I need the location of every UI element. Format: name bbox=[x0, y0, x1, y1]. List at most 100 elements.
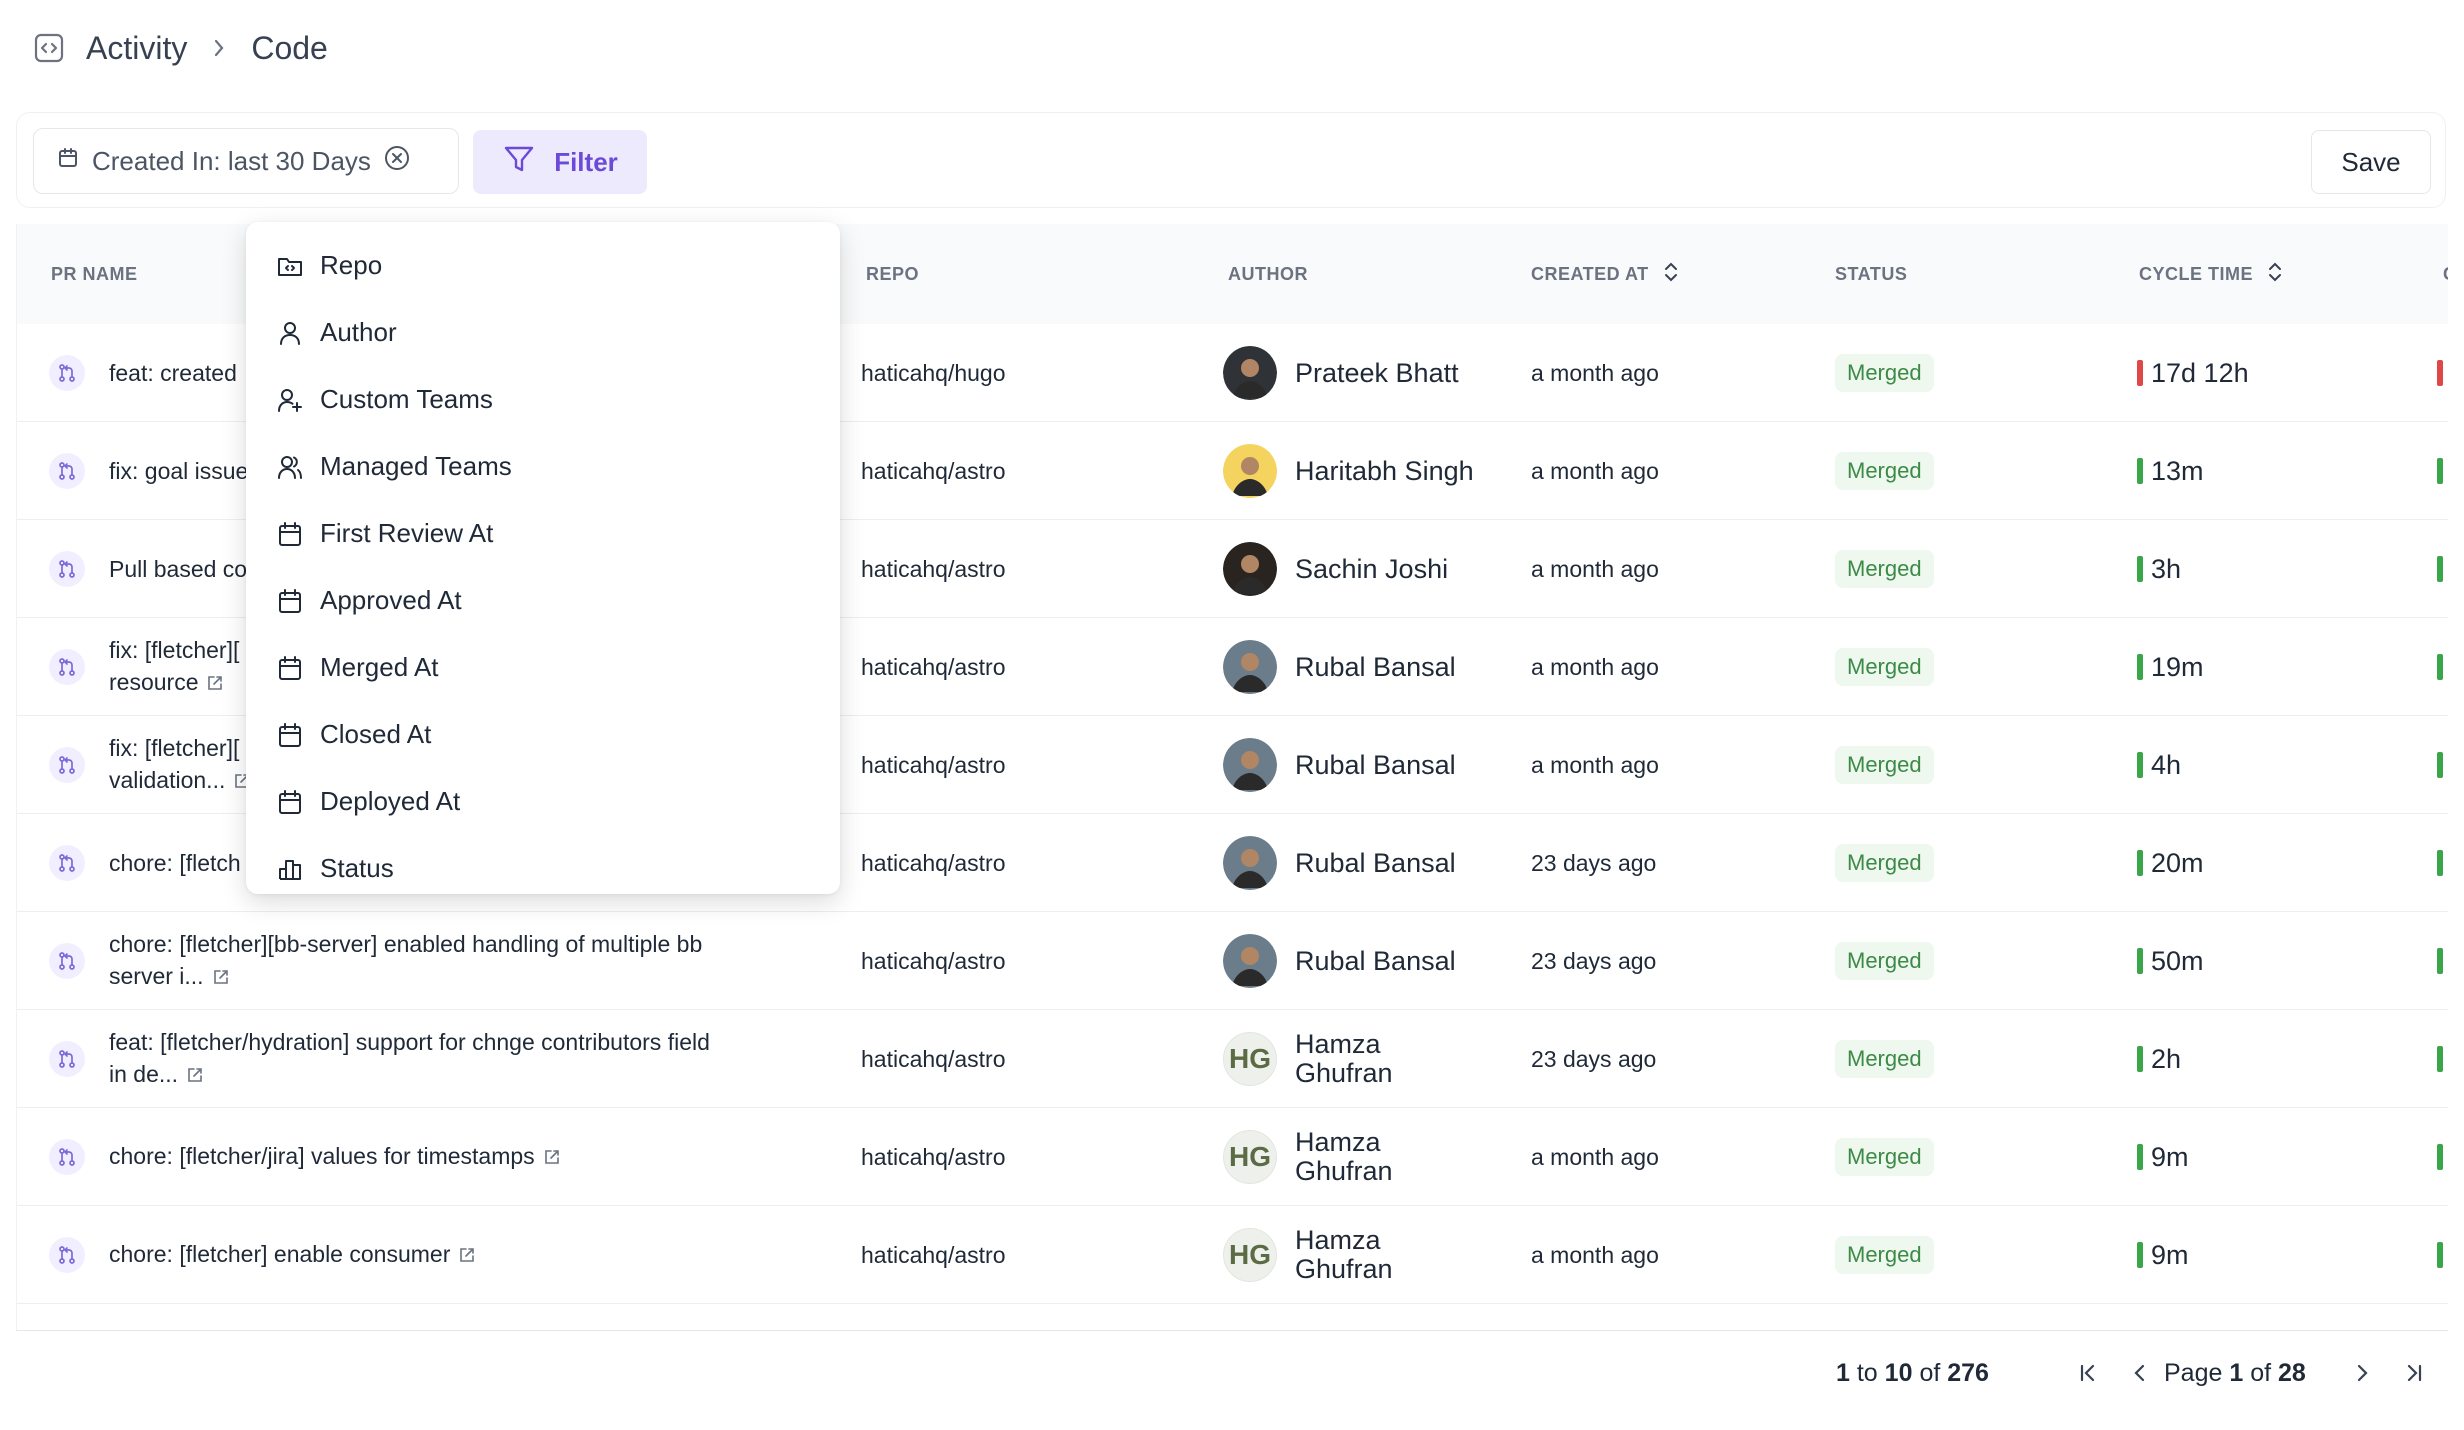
filter-menu-item-merged-at[interactable]: Merged At bbox=[246, 634, 840, 701]
pr-name[interactable]: feat: [fletcher/hydration] support for c… bbox=[109, 1010, 789, 1108]
avatar bbox=[1223, 444, 1277, 498]
status-badge: Merged bbox=[1835, 844, 1934, 882]
truncated-indicator bbox=[2437, 360, 2443, 386]
created-in-filter-chip[interactable]: Created In: last 30 Days bbox=[33, 128, 459, 194]
pr-name[interactable]: chore: [fletcher/jira] values for timest… bbox=[109, 1108, 789, 1206]
column-header-status[interactable]: STATUS bbox=[1835, 224, 1907, 324]
status-cell: Merged bbox=[1835, 1108, 1934, 1206]
status-badge: Merged bbox=[1835, 942, 1934, 980]
avatar bbox=[1223, 934, 1277, 988]
last-page-icon[interactable] bbox=[2394, 1353, 2434, 1393]
table-row[interactable]: feat: [fletcher/hydration] support for c… bbox=[17, 1010, 2448, 1108]
cycle-time-indicator bbox=[2137, 556, 2143, 582]
pull-request-icon bbox=[49, 551, 85, 587]
filter-menu-item-approved-at[interactable]: Approved At bbox=[246, 567, 840, 634]
created-in-filter-label: Created In: last 30 Days bbox=[92, 145, 371, 176]
save-button[interactable]: Save bbox=[2311, 130, 2431, 194]
repo-name: haticahq/astro bbox=[861, 1241, 1006, 1268]
column-header-cycle-time[interactable]: CYCLE TIME bbox=[2139, 224, 2283, 324]
status-cell: Merged bbox=[1835, 814, 1934, 912]
status-cell: Merged bbox=[1835, 324, 1934, 422]
repo-icon bbox=[276, 252, 304, 280]
status-cell: Merged bbox=[1835, 520, 1934, 618]
created-at: 23 days ago bbox=[1531, 1045, 1657, 1072]
first-page-icon[interactable] bbox=[2068, 1353, 2108, 1393]
author: Prateek Bhatt bbox=[1223, 324, 1459, 422]
truncated-indicator bbox=[2437, 1046, 2443, 1072]
filter-menu-item-status[interactable]: Status bbox=[246, 835, 840, 902]
truncated-column-cell bbox=[2437, 912, 2443, 1010]
truncated-indicator bbox=[2437, 1144, 2443, 1170]
truncated-column-cell bbox=[2437, 814, 2443, 912]
sort-icon[interactable] bbox=[1663, 261, 1679, 288]
filter-menu-item-closed-at[interactable]: Closed At bbox=[246, 701, 840, 768]
truncated-column-cell bbox=[2437, 1206, 2443, 1304]
column-header-pr-name[interactable]: PR NAME bbox=[51, 224, 138, 324]
external-link-icon[interactable] bbox=[212, 962, 230, 994]
created-at: 23 days ago bbox=[1531, 849, 1657, 876]
cycle-time-indicator bbox=[2137, 1144, 2143, 1170]
truncated-column-cell bbox=[2437, 618, 2443, 716]
cycle-time-indicator bbox=[2137, 850, 2143, 876]
table-row[interactable]: chore: [fletcher][bb-server] enabled han… bbox=[17, 912, 2448, 1010]
sort-icon[interactable] bbox=[2267, 261, 2283, 288]
author: HG Hamza Ghufran bbox=[1223, 1108, 1393, 1206]
pagination-page: Page 1 of 28 bbox=[2164, 1359, 2306, 1387]
calendar-icon bbox=[276, 721, 304, 749]
cycle-time-indicator bbox=[2137, 752, 2143, 778]
created-at: 23 days ago bbox=[1531, 947, 1657, 974]
truncated-column-cell bbox=[2437, 520, 2443, 618]
truncated-indicator bbox=[2437, 1242, 2443, 1268]
table-row[interactable]: chore: [fletcher/jira] values for timest… bbox=[17, 1108, 2448, 1206]
external-link-icon[interactable] bbox=[206, 668, 224, 700]
column-header-created-at[interactable]: CREATED AT bbox=[1531, 224, 1679, 324]
pagination: 1 to 10 of 276 Page 1 of 28 bbox=[16, 1330, 2448, 1416]
truncated-column-cell bbox=[2437, 1010, 2443, 1108]
pull-request-icon bbox=[49, 649, 85, 685]
truncated-indicator bbox=[2437, 556, 2443, 582]
filter-menu-item-managed-teams[interactable]: Managed Teams bbox=[246, 433, 840, 500]
avatar bbox=[1223, 640, 1277, 694]
truncated-indicator bbox=[2437, 850, 2443, 876]
pull-request-icon bbox=[49, 845, 85, 881]
repo-name: haticahq/astro bbox=[861, 849, 1006, 876]
column-header-author[interactable]: AUTHOR bbox=[1228, 224, 1308, 324]
filter-menu-item-author[interactable]: Author bbox=[246, 299, 840, 366]
pr-name[interactable]: chore: [fletcher][bb-server] enabled han… bbox=[109, 912, 789, 1010]
filter-menu-item-custom-teams[interactable]: Custom Teams bbox=[246, 366, 840, 433]
status-cell: Merged bbox=[1835, 422, 1934, 520]
breadcrumb-activity[interactable]: Activity bbox=[86, 30, 187, 67]
previous-page-icon[interactable] bbox=[2120, 1353, 2160, 1393]
calendar-icon bbox=[276, 788, 304, 816]
filter-menu-item-first-review-at[interactable]: First Review At bbox=[246, 500, 840, 567]
calendar-icon bbox=[56, 146, 80, 177]
pr-name[interactable]: chore: [fletcher] enable consumer bbox=[109, 1206, 789, 1304]
activity-code-page: Activity Code Created In: last 30 Days F… bbox=[0, 0, 2464, 1430]
calendar-icon bbox=[276, 520, 304, 548]
cycle-time-indicator bbox=[2137, 360, 2143, 386]
column-header-repo[interactable]: REPO bbox=[866, 224, 919, 324]
status-badge: Merged bbox=[1835, 1236, 1934, 1274]
cycle-time: 17d 12h bbox=[2137, 324, 2249, 422]
cycle-time-indicator bbox=[2137, 948, 2143, 974]
column-header-truncated[interactable]: C bbox=[2443, 224, 2448, 324]
table-row[interactable]: chore: [fletcher] enable consumer haticah… bbox=[17, 1206, 2448, 1304]
cycle-time-indicator bbox=[2137, 654, 2143, 680]
avatar bbox=[1223, 346, 1277, 400]
filter-menu-item-deployed-at[interactable]: Deployed At bbox=[246, 768, 840, 835]
external-link-icon[interactable] bbox=[543, 1142, 561, 1174]
clear-filter-icon[interactable] bbox=[383, 144, 411, 179]
bar-chart-icon bbox=[276, 855, 304, 883]
filter-menu-item-repo[interactable]: Repo bbox=[246, 232, 840, 299]
external-link-icon[interactable] bbox=[186, 1060, 204, 1092]
external-link-icon[interactable] bbox=[458, 1240, 476, 1272]
cycle-time: 9m bbox=[2137, 1108, 2189, 1206]
author: HG Hamza Ghufran bbox=[1223, 1010, 1393, 1108]
filter-button[interactable]: Filter bbox=[473, 130, 647, 194]
code-icon bbox=[32, 31, 66, 65]
status-cell: Merged bbox=[1835, 716, 1934, 814]
author: Rubal Bansal bbox=[1223, 618, 1456, 716]
truncated-column-cell bbox=[2437, 716, 2443, 814]
truncated-column-cell bbox=[2437, 422, 2443, 520]
next-page-icon[interactable] bbox=[2342, 1353, 2382, 1393]
